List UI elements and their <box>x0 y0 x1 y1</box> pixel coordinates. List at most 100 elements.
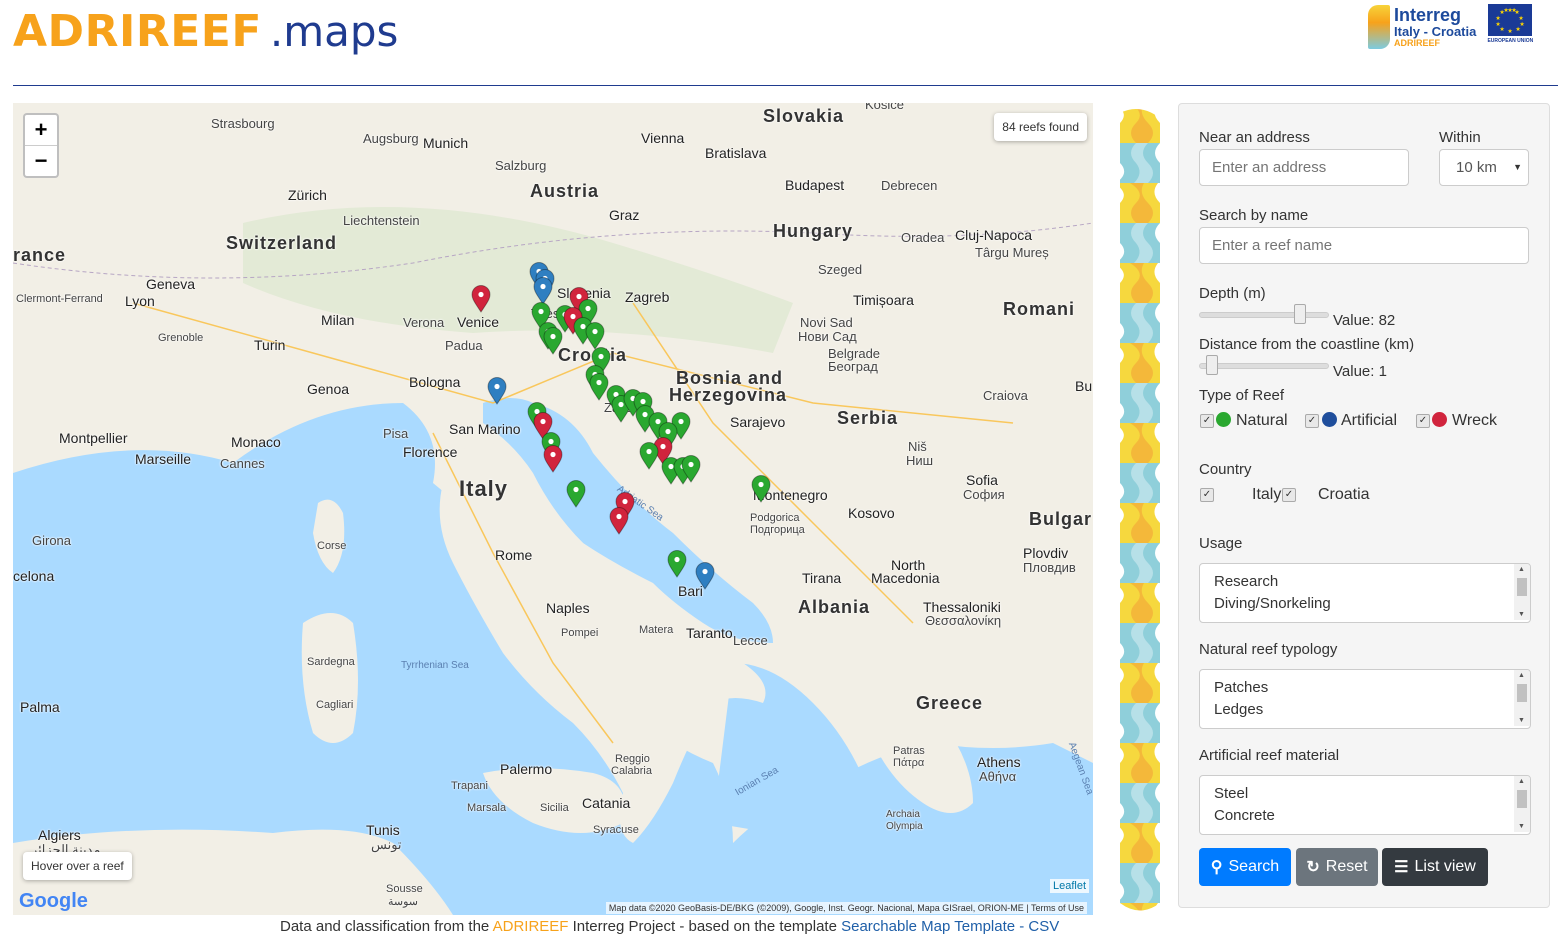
depth-slider-handle[interactable] <box>1294 304 1306 324</box>
usage-option[interactable]: Research <box>1214 573 1278 590</box>
scroll-down-icon: ▼ <box>1518 717 1525 724</box>
map-label: Florence <box>403 444 458 460</box>
brand-name: ADRIREEF <box>13 6 262 57</box>
map-label: Cluj-Napoca <box>955 227 1033 243</box>
wreck-reef-marker[interactable] <box>609 507 629 535</box>
natural-reef-marker[interactable] <box>667 550 687 578</box>
map-label: Taranto <box>686 625 733 641</box>
footer-template-link[interactable]: Searchable Map Template - CSV <box>841 918 1059 935</box>
depth-slider[interactable] <box>1199 304 1329 324</box>
natural-checkbox[interactable]: ✓ <box>1200 414 1214 428</box>
map-label: Corse <box>317 540 347 552</box>
typology-scrollbar[interactable]: ▲ ▼ <box>1514 670 1530 726</box>
material-scrollbar[interactable]: ▲ ▼ <box>1514 776 1530 832</box>
usage-option[interactable]: Diving/Snorkeling <box>1214 595 1331 612</box>
usage-listbox[interactable]: Research Diving/Snorkeling ▲ ▼ <box>1199 563 1531 623</box>
artificial-reef-marker[interactable] <box>533 277 553 305</box>
eu-flag-logo: ★ ★ ★ ★ ★ ★ ★ ★ ★ ★ ★ ★ EUROPEAN UNION <box>1484 4 1536 50</box>
reef-name-input[interactable]: Enter a reef name <box>1199 227 1529 264</box>
within-value: 10 km <box>1456 159 1497 176</box>
map-label: rance <box>13 245 67 265</box>
wreck-reef-marker[interactable] <box>471 285 491 313</box>
country-label: Country <box>1199 461 1252 478</box>
natural-reef-marker[interactable] <box>639 442 659 470</box>
zoom-out-button[interactable]: − <box>25 145 57 176</box>
reef-type-label: Type of Reef <box>1199 387 1285 404</box>
typology-listbox[interactable]: Patches Ledges ▲ ▼ <box>1199 669 1531 729</box>
search-button-label: Search <box>1228 858 1280 875</box>
wreck-reef-marker[interactable] <box>543 445 563 473</box>
map-label: Budapest <box>785 177 845 193</box>
map-label: Romani <box>1003 299 1076 319</box>
natural-reef-marker[interactable] <box>585 322 605 350</box>
within-select[interactable]: 10 km ▼ <box>1439 149 1529 186</box>
scroll-thumb[interactable] <box>1517 578 1527 596</box>
artificial-reef-marker[interactable] <box>695 562 715 590</box>
map-label: Switzerland <box>226 233 338 253</box>
map-label: Munich <box>423 135 469 151</box>
map-label: Archaia <box>886 809 920 820</box>
wave-decoration <box>1120 109 1160 911</box>
reef-map[interactable]: Strasbourg Augsburg Munich Vienna Bratis… <box>13 103 1093 915</box>
natural-reef-marker[interactable] <box>681 455 701 483</box>
map-attribution[interactable]: Map data ©2020 GeoBasis-DE/BKG (©2009), … <box>605 902 1087 914</box>
map-label: Sicilia <box>540 802 569 814</box>
distance-slider[interactable] <box>1199 355 1329 375</box>
eu-flag-icon: ★ ★ ★ ★ ★ ★ ★ ★ ★ ★ ★ ★ <box>1488 4 1533 36</box>
natural-reef-marker[interactable] <box>751 475 771 503</box>
map-label: Austria <box>530 181 600 201</box>
map-label: Grenoble <box>158 332 204 344</box>
scroll-up-icon: ▲ <box>1518 778 1525 785</box>
natural-reef-marker[interactable] <box>543 327 563 355</box>
zoom-control: + − <box>23 113 59 178</box>
reset-button[interactable]: ↻ Reset <box>1296 848 1378 886</box>
map-label: Italy <box>459 476 509 501</box>
artificial-reef-marker[interactable] <box>487 377 507 405</box>
map-label: Pisa <box>383 426 409 441</box>
logo-interreg: Interreg <box>1394 5 1462 25</box>
map-label: Podgorica <box>750 512 800 524</box>
map-label: Rome <box>495 547 533 563</box>
list-view-button[interactable]: ☰ List view <box>1382 848 1488 886</box>
map-label: Syracuse <box>593 824 639 836</box>
map-label: سوسة <box>388 896 419 908</box>
google-logo: Google <box>19 890 88 913</box>
natural-reef-marker[interactable] <box>566 480 586 508</box>
croatia-checkbox[interactable]: ✓ <box>1282 488 1296 502</box>
map-label: Monaco <box>231 434 281 450</box>
app-title[interactable]: ADRIREEF .maps <box>13 6 398 66</box>
artificial-checkbox[interactable]: ✓ <box>1305 414 1319 428</box>
typology-option[interactable]: Patches <box>1214 679 1268 696</box>
footer-project-link[interactable]: ADRIREEF <box>493 918 569 935</box>
leaflet-link[interactable]: Leaflet <box>1049 879 1089 893</box>
scroll-thumb[interactable] <box>1517 790 1527 808</box>
map-label: Herzegovina <box>669 385 788 405</box>
map-label: Košice <box>865 103 905 112</box>
map-label: Greece <box>916 693 984 713</box>
scroll-thumb[interactable] <box>1517 684 1527 702</box>
filter-panel: Near an address Within Enter an address … <box>1178 103 1550 908</box>
typology-option[interactable]: Ledges <box>1214 701 1263 718</box>
material-option[interactable]: Steel <box>1214 785 1248 802</box>
scroll-down-icon: ▼ <box>1518 611 1525 618</box>
usage-scrollbar[interactable]: ▲ ▼ <box>1514 564 1530 620</box>
address-input[interactable]: Enter an address <box>1199 149 1409 186</box>
map-label: celona <box>13 568 55 584</box>
italy-checkbox[interactable]: ✓ <box>1200 488 1214 502</box>
map-label: San Marino <box>449 421 521 437</box>
map-label: Venice <box>457 314 500 330</box>
map-label: Athens <box>977 754 1021 770</box>
map-label: Padua <box>445 338 483 353</box>
artificial-dot-icon <box>1322 412 1337 427</box>
material-listbox[interactable]: Steel Concrete ▲ ▼ <box>1199 775 1531 835</box>
map-base-layer <box>13 103 1093 915</box>
map-label: Marseille <box>135 451 192 467</box>
distance-slider-handle[interactable] <box>1206 355 1218 375</box>
brand-suffix: .maps <box>269 7 399 56</box>
zoom-in-button[interactable]: + <box>25 115 57 145</box>
map-label: Novi Sad <box>800 315 853 330</box>
material-option[interactable]: Concrete <box>1214 807 1275 824</box>
search-button[interactable]: ⚲ Search <box>1199 848 1291 886</box>
map-label: София <box>963 487 1005 502</box>
wreck-checkbox[interactable]: ✓ <box>1416 414 1430 428</box>
